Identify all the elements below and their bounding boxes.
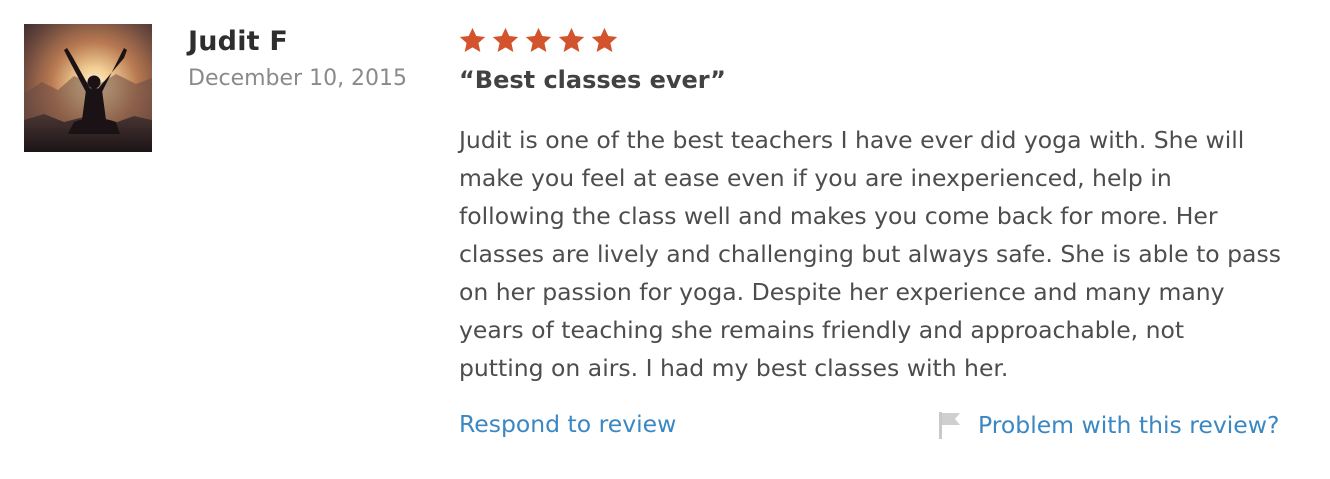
review-body-line: classes are lively and challenging but a… <box>459 240 1281 268</box>
respond-to-review-link[interactable]: Respond to review <box>459 410 676 438</box>
reviewer-name[interactable]: Judit F <box>188 26 288 57</box>
review-card: Judit F December 10, 2015 “Best classes … <box>0 0 1330 479</box>
flag-icon[interactable] <box>934 410 966 440</box>
star-icon <box>525 27 552 52</box>
star-icon <box>558 27 585 52</box>
review-date: December 10, 2015 <box>188 66 408 91</box>
review-body-line: putting on airs. I had my best classes w… <box>459 354 1009 382</box>
star-icon <box>492 27 519 52</box>
review-body-line: on her passion for yoga. Despite her exp… <box>459 278 1225 306</box>
problem-with-review[interactable]: Problem with this review? <box>934 410 1279 440</box>
star-icon <box>591 27 618 52</box>
review-body-line: following the class well and makes you c… <box>459 202 1218 230</box>
review-body-line: Judit is one of the best teachers I have… <box>459 126 1245 154</box>
problem-with-review-link[interactable]: Problem with this review? <box>978 411 1279 439</box>
reviewer-avatar[interactable] <box>24 24 152 152</box>
star-icon <box>459 27 486 52</box>
review-body-line: years of teaching she remains friendly a… <box>459 316 1185 344</box>
avatar-photo <box>24 24 152 152</box>
review-body: Judit is one of the best teachers I have… <box>459 121 1299 387</box>
star-rating <box>458 26 619 55</box>
review-title: “Best classes ever” <box>459 66 726 94</box>
review-body-line: make you feel at ease even if you are in… <box>459 164 1172 192</box>
